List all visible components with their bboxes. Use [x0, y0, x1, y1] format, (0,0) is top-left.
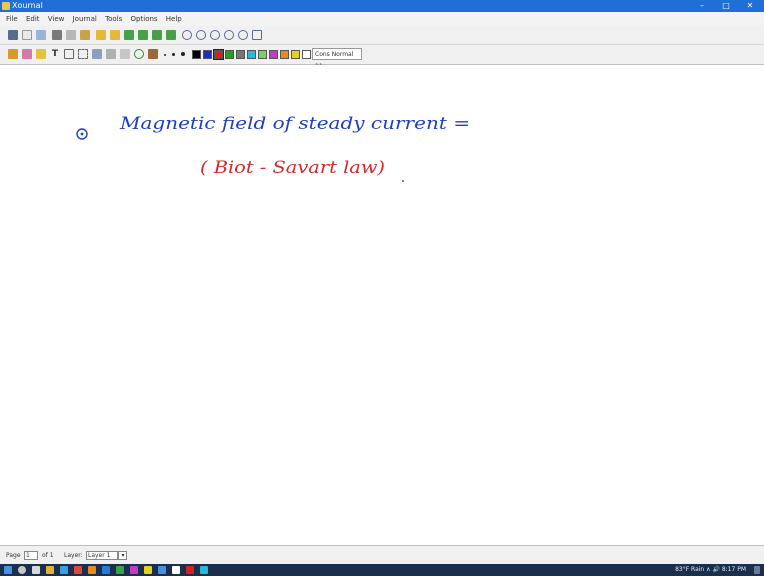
select-rectangle-icon[interactable]	[78, 49, 88, 59]
save-icon[interactable]	[8, 30, 18, 40]
handwritten-biot-savart: ( Biot - Savart law)	[200, 158, 385, 178]
menu-view[interactable]: View	[48, 12, 65, 26]
menu-file[interactable]: File	[6, 12, 18, 26]
note-canvas[interactable]: Magnetic field of steady current = ( Bio…	[0, 65, 764, 545]
color-swatch[interactable]	[203, 50, 212, 59]
thickness-fine-icon[interactable]	[164, 54, 166, 56]
status-bar: Page 1 of 1 Layer: Layer 1 ▾	[0, 545, 764, 565]
app-icon-xournal[interactable]	[158, 566, 166, 574]
zoom-100-icon[interactable]	[196, 30, 206, 40]
app-icon-blue[interactable]	[102, 566, 110, 574]
image-tool-icon[interactable]	[64, 49, 74, 59]
shape-recognizer-icon[interactable]	[134, 49, 144, 59]
task-view-icon[interactable]	[32, 566, 40, 574]
new-page-icon[interactable]	[22, 30, 32, 40]
color-swatch[interactable]	[247, 50, 256, 59]
menu-journal[interactable]: Journal	[73, 12, 97, 26]
default-pen-icon[interactable]	[148, 49, 158, 59]
color-swatch[interactable]	[225, 50, 234, 59]
eraser-icon[interactable]	[22, 49, 32, 59]
previous-page-icon[interactable]	[138, 30, 148, 40]
title-bar: Xournal – □ ✕	[0, 0, 764, 12]
menu-bar: File Edit View Journal Tools Options Hel…	[0, 12, 764, 26]
page-count: of 1	[42, 552, 54, 559]
edge-icon[interactable]	[60, 566, 68, 574]
file-explorer-icon[interactable]	[46, 566, 54, 574]
color-swatch[interactable]	[269, 50, 278, 59]
highlighter-icon[interactable]	[36, 49, 46, 59]
app-icon	[2, 2, 10, 10]
handwritten-heading: Magnetic field of steady current =	[119, 114, 470, 134]
next-page-icon[interactable]	[152, 30, 162, 40]
page-label: Page	[6, 552, 21, 559]
layer-label: Layer:	[64, 552, 83, 559]
pen-toolbar: T Cons Normal 11	[0, 45, 764, 70]
undo-icon[interactable]	[96, 30, 106, 40]
zoom-out-icon[interactable]	[182, 30, 192, 40]
color-swatch-selected[interactable]	[213, 49, 224, 60]
bullet-dot	[80, 132, 84, 136]
paste-icon[interactable]	[80, 30, 90, 40]
redo-icon[interactable]	[110, 30, 120, 40]
search-icon[interactable]	[18, 566, 26, 574]
text-tool-icon[interactable]: T	[50, 49, 60, 59]
app-icon-orange[interactable]	[88, 566, 96, 574]
app-icon-white[interactable]	[172, 566, 180, 574]
zoom-fit-icon[interactable]	[210, 30, 220, 40]
window-title: Xournal	[12, 1, 43, 10]
system-tray[interactable]: 83°F Rain ∧ 🔊 8:17 PM	[675, 564, 746, 576]
color-swatch[interactable]	[258, 50, 267, 59]
fullscreen-icon[interactable]	[252, 30, 262, 40]
color-swatch[interactable]	[192, 50, 201, 59]
app-icon-green[interactable]	[116, 566, 124, 574]
color-swatch[interactable]	[302, 50, 311, 59]
copy-icon[interactable]	[66, 30, 76, 40]
color-swatch[interactable]	[236, 50, 245, 59]
last-page-icon[interactable]	[166, 30, 176, 40]
close-button[interactable]: ✕	[738, 0, 762, 12]
thickness-medium-icon[interactable]	[172, 53, 175, 56]
app-icon-red-2[interactable]	[186, 566, 194, 574]
chevron-down-icon[interactable]: ▾	[118, 551, 127, 560]
os-taskbar: 83°F Rain ∧ 🔊 8:17 PM	[0, 564, 764, 576]
start-icon[interactable]	[4, 566, 12, 574]
main-toolbar	[0, 26, 764, 45]
first-page-icon[interactable]	[124, 30, 134, 40]
app-icon-purple[interactable]	[130, 566, 138, 574]
minimize-button[interactable]: –	[690, 0, 714, 12]
page-number-input[interactable]: 1	[24, 551, 38, 560]
app-icon-red[interactable]	[74, 566, 82, 574]
vertical-space-icon[interactable]	[92, 49, 102, 59]
zoom-set-icon[interactable]	[238, 30, 248, 40]
pen-font-selector[interactable]: Cons Normal 11	[312, 48, 362, 70]
hand-tool-icon[interactable]	[120, 49, 130, 59]
cut-icon[interactable]	[52, 30, 62, 40]
color-swatch[interactable]	[291, 50, 300, 59]
color-swatch[interactable]	[280, 50, 289, 59]
menu-help[interactable]: Help	[166, 12, 182, 26]
layer-select[interactable]: Layer 1	[86, 551, 118, 560]
ruler-icon[interactable]	[106, 49, 116, 59]
open-icon[interactable]	[36, 30, 46, 40]
show-desktop-button[interactable]	[754, 566, 760, 574]
stray-ink-dot	[402, 180, 404, 182]
menu-options[interactable]: Options	[131, 12, 158, 26]
menu-tools[interactable]: Tools	[105, 12, 122, 26]
pen-icon[interactable]	[8, 49, 18, 59]
zoom-in-icon[interactable]	[224, 30, 234, 40]
thickness-thick-icon[interactable]	[181, 52, 185, 56]
handwriting-layer: Magnetic field of steady current = ( Bio…	[76, 114, 470, 182]
app-icon-cyan[interactable]	[200, 566, 208, 574]
maximize-button[interactable]: □	[714, 0, 738, 12]
app-icon-yellow[interactable]	[144, 566, 152, 574]
menu-edit[interactable]: Edit	[26, 12, 40, 26]
